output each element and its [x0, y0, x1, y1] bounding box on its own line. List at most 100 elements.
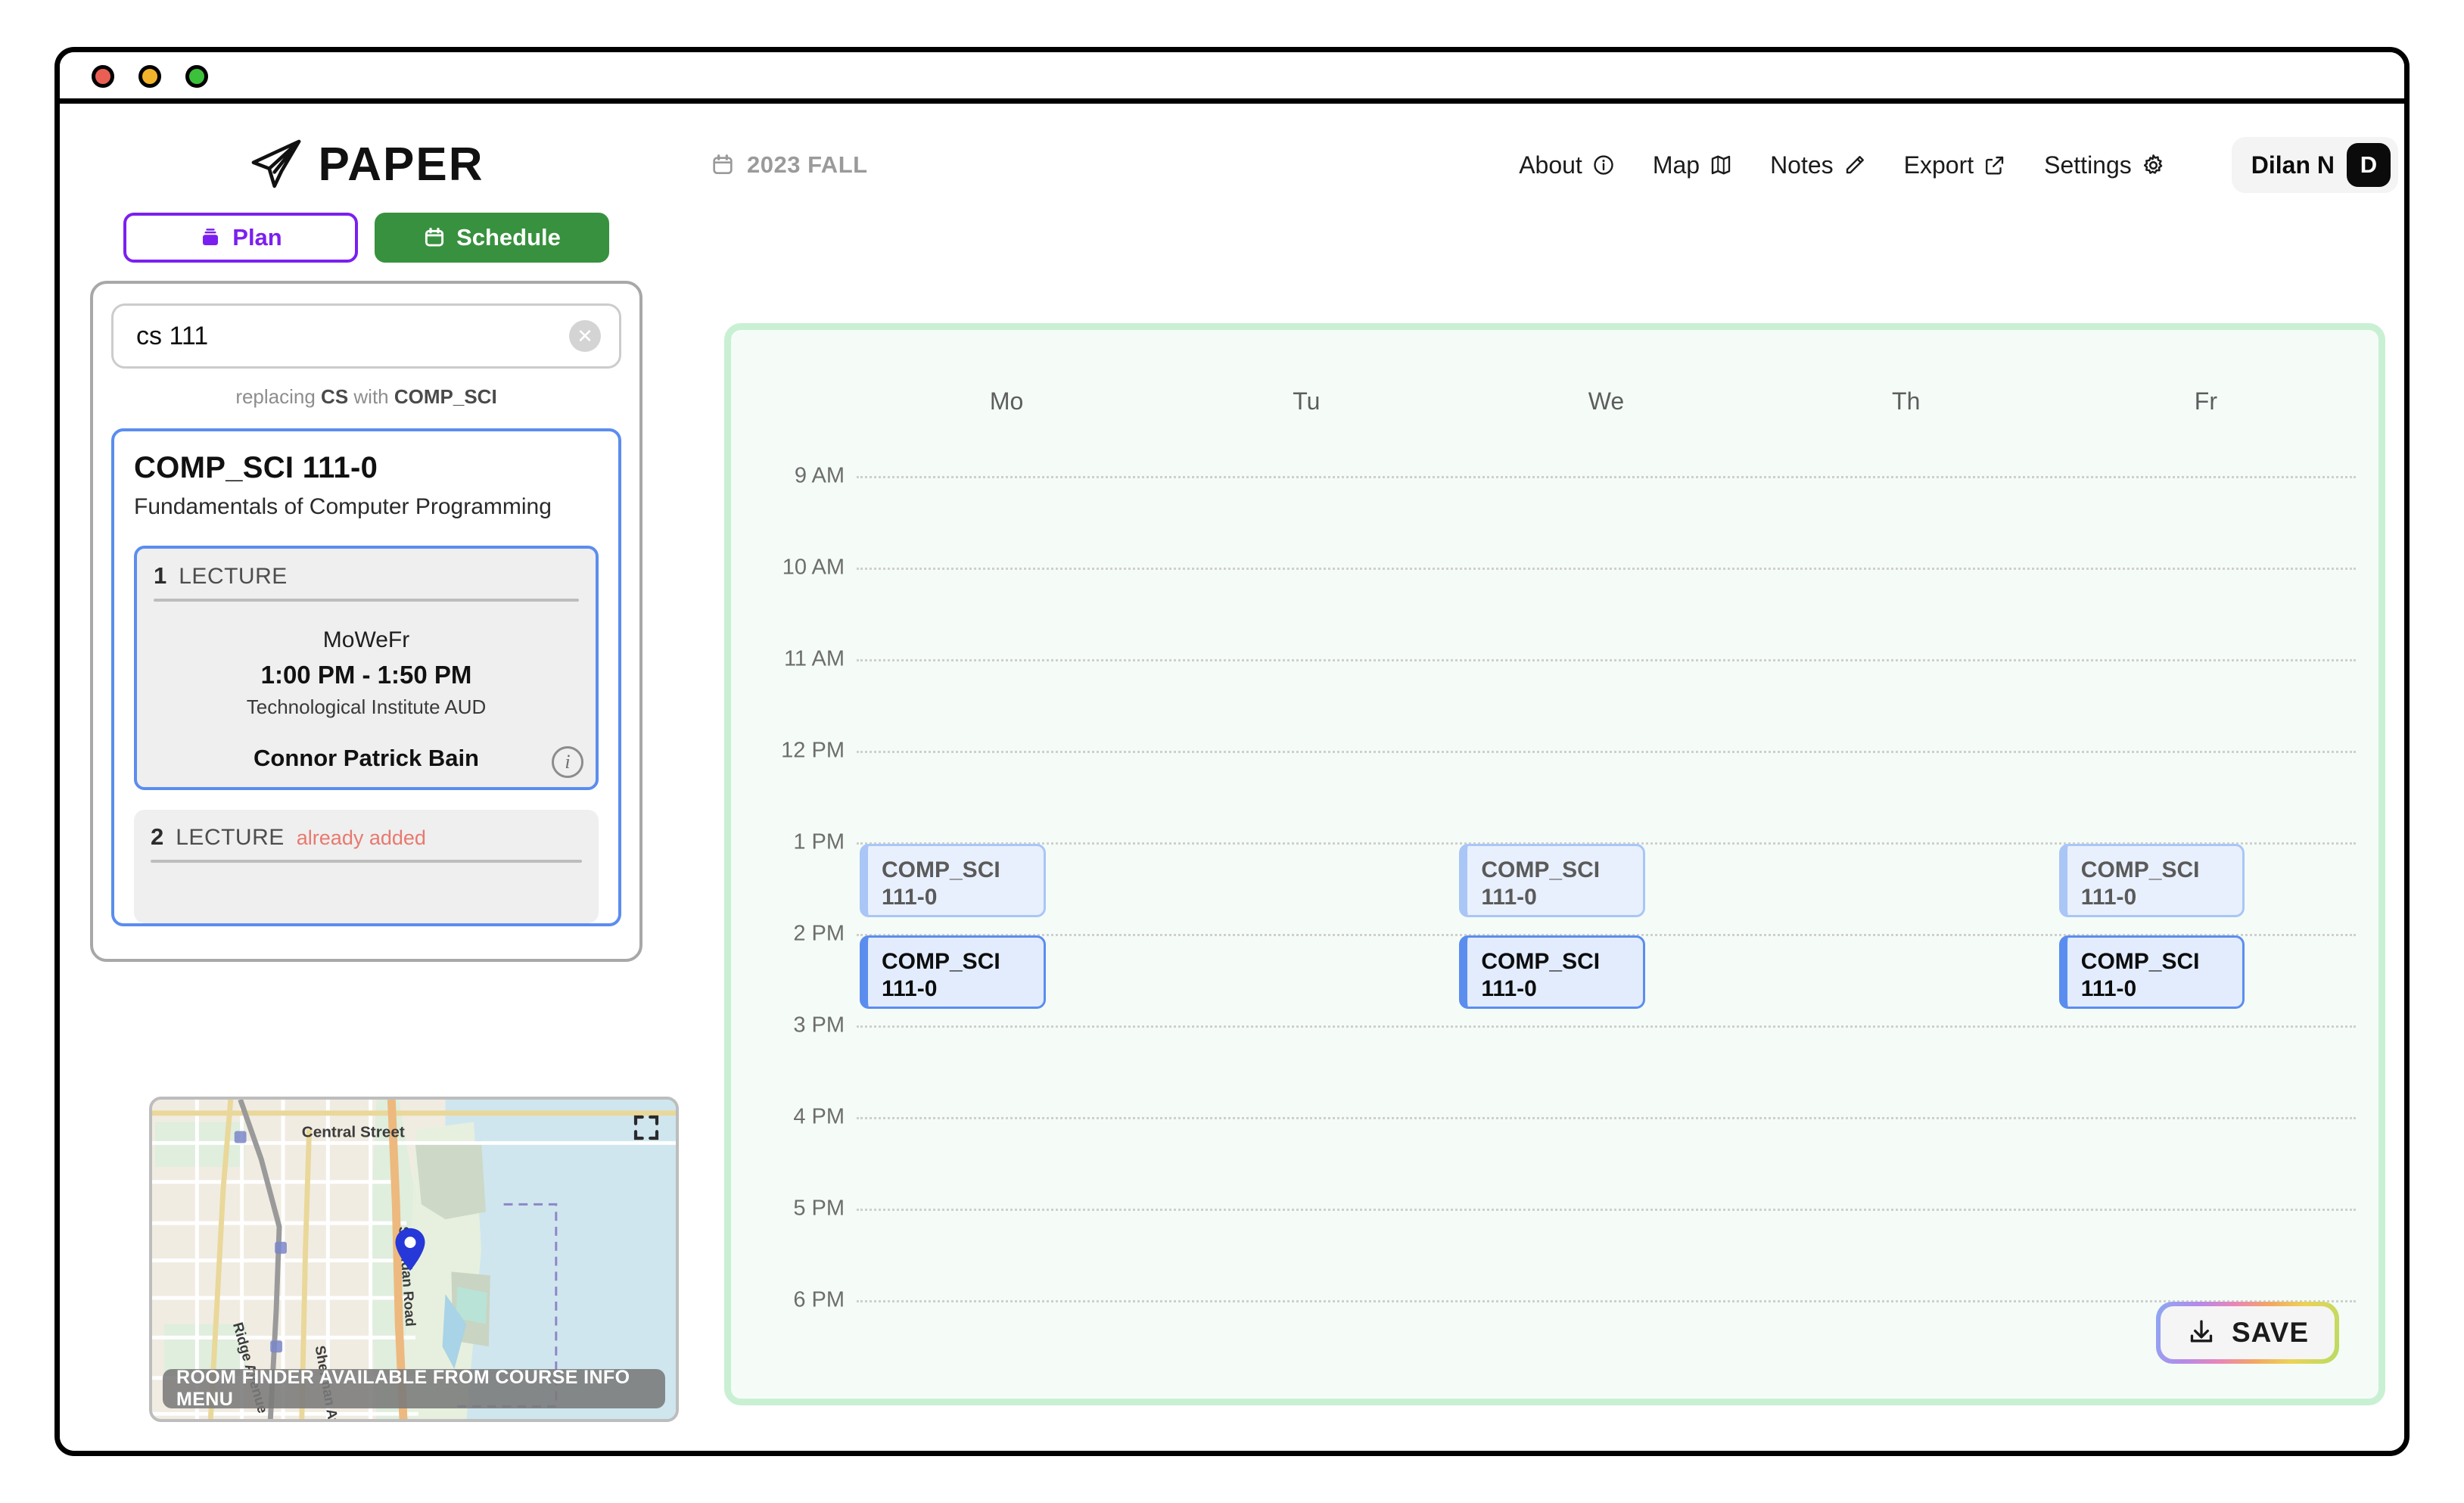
hour-label: 10 AM [782, 555, 845, 580]
paper-plane-icon [252, 139, 301, 188]
event-title: Fundamentals of Computer Programming [2081, 916, 2231, 917]
window-titlebar [60, 52, 2404, 104]
calendar-event[interactable]: COMP_SCI 111-0 Fundamentals of Computer P… [1459, 935, 1646, 1009]
day-header-mo: Mo [989, 387, 1024, 415]
hour-gridline [857, 568, 2356, 570]
event-code: COMP_SCI 111-0 [2080, 949, 2200, 1001]
day-header-fr: Fr [2194, 387, 2217, 415]
window-close-button[interactable] [92, 65, 114, 88]
replacing-to: COMP_SCI [394, 385, 497, 408]
replacing-note: replacing CS with COMP_SCI [111, 385, 621, 409]
term-indicator[interactable]: 2023 FALL [711, 151, 868, 179]
svg-text:Central Street: Central Street [302, 1123, 405, 1140]
user-name: Dilan N [2251, 151, 2335, 179]
info-icon [1594, 155, 1613, 175]
campus-map-widget[interactable]: Central Street Ridge Avenue Sherman Aven… [149, 1097, 679, 1422]
hour-gridline [857, 1209, 2356, 1211]
calendar-event[interactable]: COMP_SCI 111-0 Fundamentals of Computer P… [860, 844, 1046, 917]
schedule-calendar: Mo Tu We Th Fr 9 AM 10 AM 11 AM 12 PM 1 PM 2 PM 3 P… [724, 323, 2385, 1405]
calendar-event[interactable]: COMP_SCI 111-0 Fundamentals of Computer P… [2058, 935, 2245, 1009]
hour-label: 6 PM [793, 1287, 845, 1312]
hour-gridline [857, 1117, 2356, 1119]
course-code: COMP_SCI 111-0 [134, 451, 378, 484]
event-title: Fundamentals of Computer Programming [882, 916, 1031, 917]
course-title: Fundamentals of Computer Programming [134, 494, 552, 519]
day-header-th: Th [1892, 387, 1921, 415]
map-icon [1711, 155, 1731, 175]
app-logo-text: PAPER [318, 138, 484, 191]
schedule-mode-label: Schedule [456, 224, 561, 250]
hour-gridline [857, 1025, 2356, 1028]
location-pin-icon [395, 1228, 425, 1271]
window-maximize-button[interactable] [185, 65, 208, 88]
term-label: 2023 FALL [747, 151, 868, 178]
app-window: PAPER Plan Schedule cs 111 ✕ replacing C… [54, 47, 2410, 1456]
event-code: COMP_SCI 111-0 [1481, 857, 1601, 910]
section-time: 1:00 PM - 1:50 PM [260, 661, 472, 689]
calendar-icon [425, 227, 444, 247]
replacing-prefix: replacing [235, 385, 322, 408]
info-icon[interactable]: i [552, 746, 583, 778]
section-card-1[interactable]: 1 LECTURE MoWeFr 1:00 PM - 1:50 PM Techn… [134, 546, 599, 790]
hour-label: 12 PM [781, 738, 845, 763]
event-code: COMP_SCI 111-0 [882, 949, 1000, 1001]
section-details: MoWeFr 1:00 PM - 1:50 PM Technological I… [154, 602, 579, 772]
nav-about-label: About [1519, 151, 1582, 179]
map-banner: ROOM FINDER AVAILABLE FROM COURSE INFO M… [163, 1367, 665, 1410]
save-button[interactable]: SAVE [2155, 1302, 2339, 1364]
hour-gridline [857, 1300, 2356, 1302]
top-header: 2023 FALL About Map Notes Export Setting… [711, 123, 2398, 207]
app-logo: PAPER [90, 119, 642, 210]
hour-gridline [857, 751, 2356, 753]
section-number: 1 [154, 562, 167, 589]
section-days: MoWeFr [322, 627, 410, 652]
event-title: Fundamentals of Computer Programming [2081, 1007, 2231, 1009]
calendar-icon [713, 154, 733, 174]
event-title: Fundamentals of Computer Programming [882, 1007, 1031, 1009]
search-input-value: cs 111 [136, 321, 209, 350]
hour-label: 2 PM [793, 921, 845, 946]
nav-settings[interactable]: Settings [2044, 151, 2165, 179]
header-nav: About Map Notes Export Settings Dilan N … [1519, 137, 2398, 193]
event-title: Fundamentals of Computer Programming [1481, 1007, 1631, 1009]
search-panel: cs 111 ✕ replacing CS with COMP_SCI COMP… [90, 281, 642, 962]
event-code: COMP_SCI 111-0 [882, 857, 1000, 910]
nav-map[interactable]: Map [1653, 151, 1732, 179]
calendar-event[interactable]: COMP_SCI 111-0 Fundamentals of Computer P… [860, 935, 1046, 1009]
section-room: Technological Institute AUD [246, 695, 487, 718]
search-input[interactable]: cs 111 ✕ [111, 303, 621, 369]
section-header: 2 LECTURE already added [151, 823, 582, 851]
sidebar: PAPER Plan Schedule cs 111 ✕ replacing C… [60, 104, 679, 1451]
day-header-we: We [1588, 387, 1625, 415]
nav-map-label: Map [1652, 151, 1700, 179]
calendar-event[interactable]: COMP_SCI 111-0 Fundamentals of Computer P… [2058, 844, 2245, 917]
external-link-icon [1986, 156, 2004, 175]
replacing-middle: with [348, 385, 394, 408]
clear-search-icon[interactable]: ✕ [569, 320, 601, 352]
schedule-mode-button[interactable]: Schedule [375, 213, 609, 263]
hour-label: 1 PM [793, 829, 845, 854]
hour-label: 9 AM [794, 463, 845, 488]
event-title: Fundamentals of Computer Programming [1481, 916, 1631, 917]
mode-toggle-group: Plan Schedule [90, 213, 642, 263]
window-minimize-button[interactable] [138, 65, 161, 88]
nav-notes[interactable]: Notes [1770, 151, 1866, 179]
nav-export[interactable]: Export [1904, 151, 2006, 179]
nav-about[interactable]: About [1519, 151, 1615, 179]
edit-icon [1846, 156, 1864, 174]
event-code: COMP_SCI 111-0 [1481, 949, 1601, 1001]
user-menu-button[interactable]: Dilan N D [2231, 137, 2398, 193]
section-header: 1 LECTURE [154, 562, 579, 590]
course-result-card[interactable]: COMP_SCI 111-0 Fundamentals of Computer … [111, 428, 621, 926]
event-code: COMP_SCI 111-0 [2080, 857, 2200, 910]
plan-mode-label: Plan [232, 224, 282, 250]
section-card-2[interactable]: 2 LECTURE already added [134, 810, 599, 923]
hour-label: 11 AM [783, 646, 845, 671]
calendar-event[interactable]: COMP_SCI 111-0 Fundamentals of Computer P… [1459, 844, 1646, 917]
hour-label: 5 PM [793, 1196, 845, 1221]
expand-icon[interactable] [630, 1112, 662, 1144]
gear-icon [2143, 154, 2163, 174]
plan-mode-button[interactable]: Plan [123, 213, 358, 263]
section-instructor: Connor Patrick Bain [254, 745, 479, 771]
plan-icon [203, 229, 219, 245]
